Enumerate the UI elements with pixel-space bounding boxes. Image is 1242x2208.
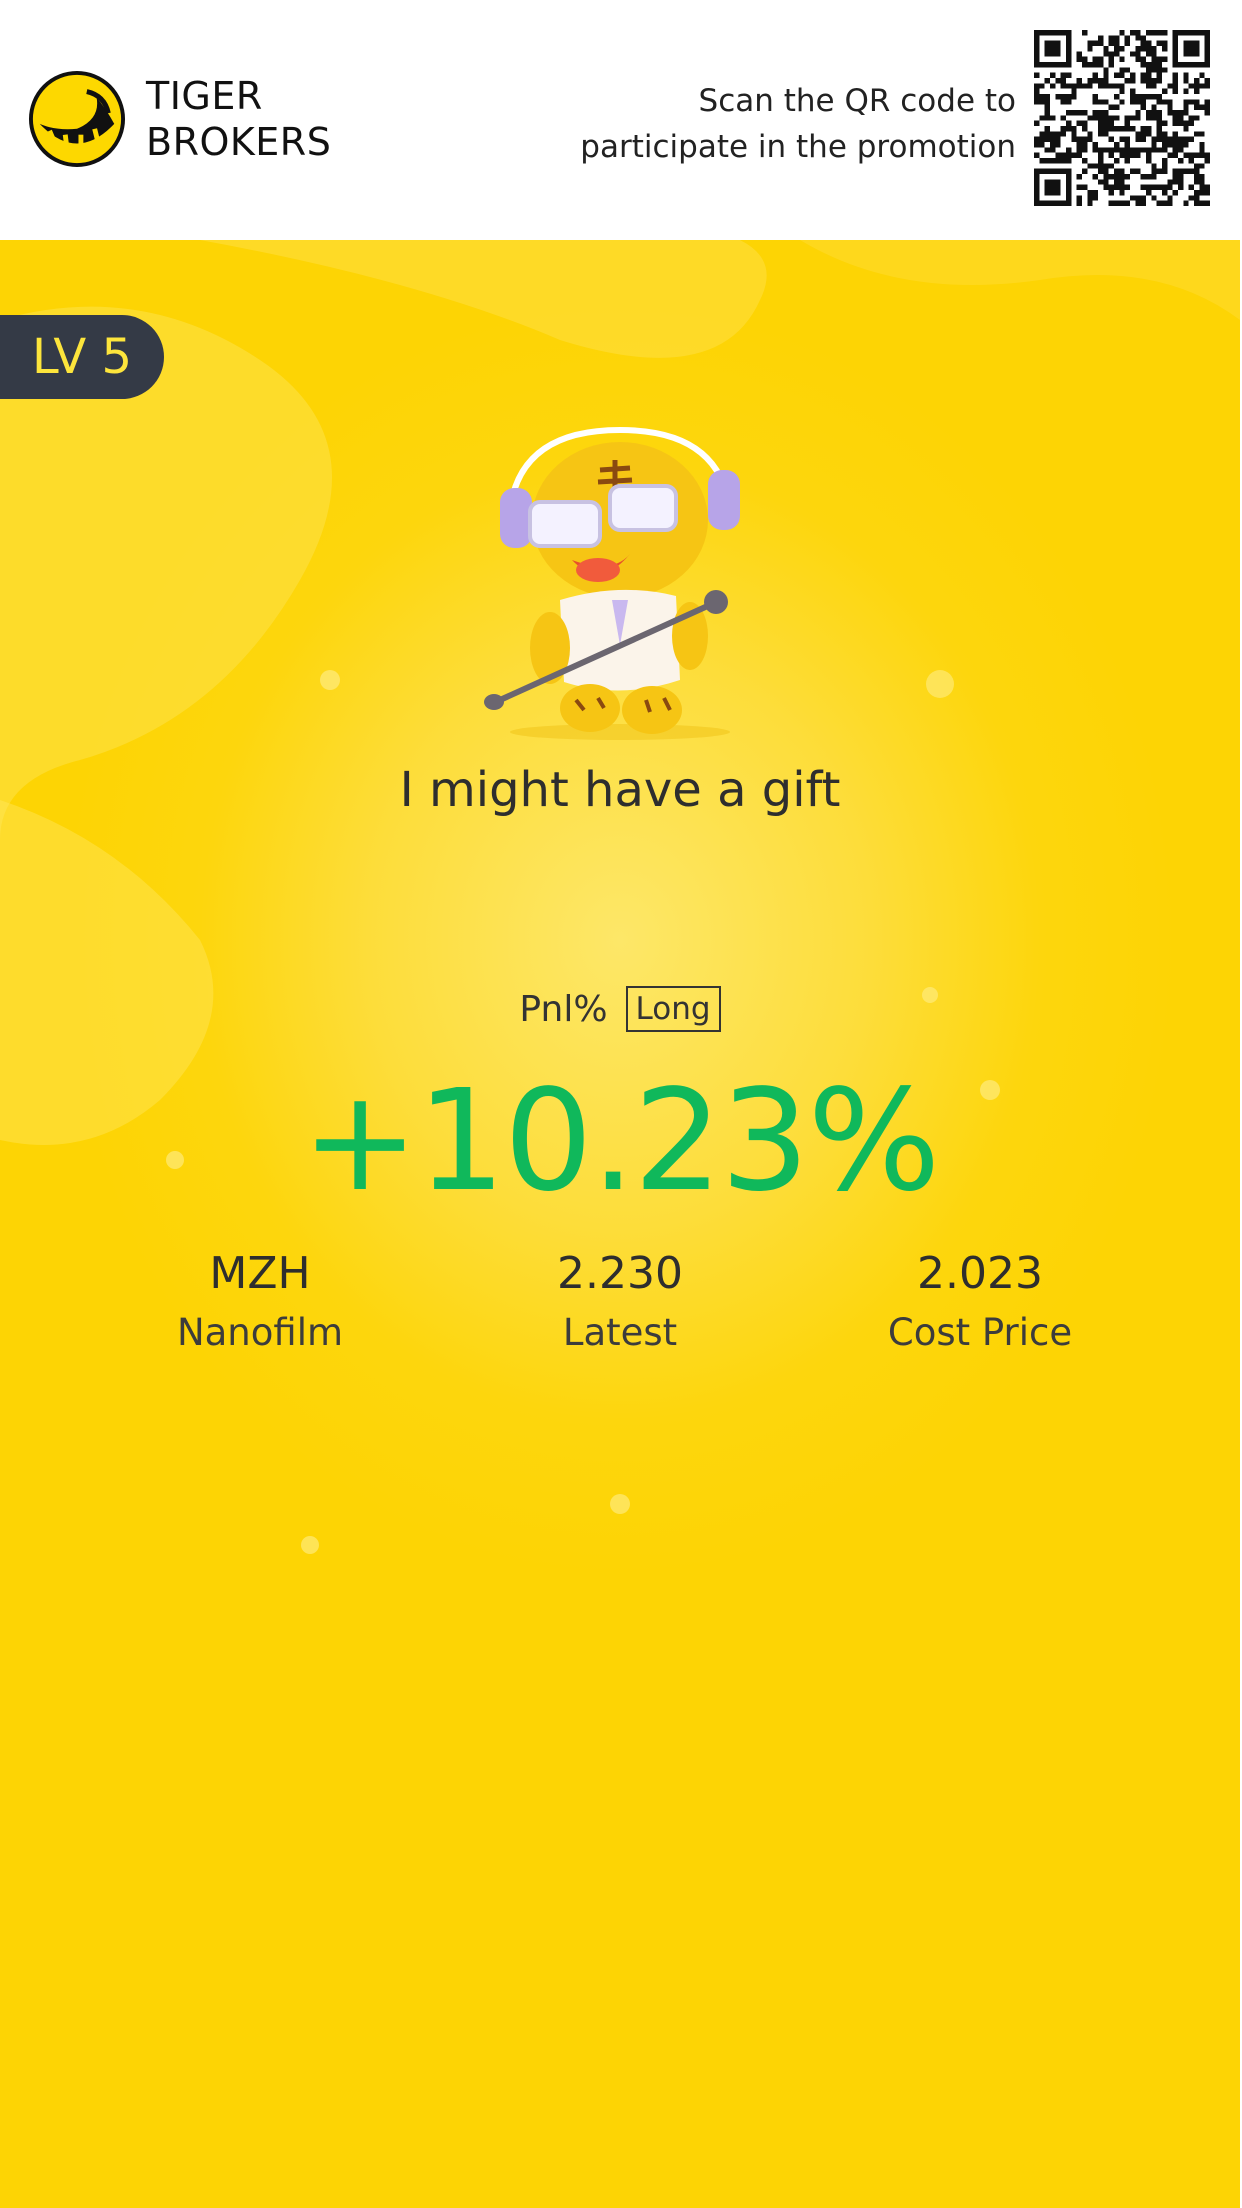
brand: TIGER BROKERS — [28, 70, 331, 168]
stat-symbol: MZH Nanofilm — [80, 1246, 440, 1364]
stat-cost-price-label: Cost Price — [887, 1311, 1073, 1354]
stat-cost-price: 2.023 Cost Price — [800, 1246, 1160, 1364]
promo-line2: participate in the promotion — [580, 129, 1016, 165]
pnl-percentage: +10.23% — [301, 1060, 940, 1223]
stat-symbol-value: MZH — [209, 1248, 311, 1299]
stat-cost-price-value: 2.023 — [917, 1248, 1043, 1299]
promo-text: Scan the QR code to participate in the p… — [580, 78, 1016, 170]
pnl-label: Pnl% — [519, 988, 608, 1030]
promo-line1: Scan the QR code to — [698, 83, 1016, 119]
stat-latest-value: 2.230 — [557, 1248, 683, 1299]
qr-code-icon[interactable] — [1034, 30, 1210, 206]
brand-name-line2: BROKERS — [146, 120, 332, 164]
pnl-card: LV 5 I might have a gift Pnl% Long +10.2… — [0, 240, 1240, 2208]
stats-row: MZH Nanofilm 2.230 Latest 2.023 Cost Pri… — [0, 1246, 1240, 1366]
position-type-badge: Long — [625, 986, 721, 1032]
stat-latest-label: Latest — [562, 1311, 678, 1354]
stat-latest: 2.230 Latest — [440, 1246, 800, 1364]
header: TIGER BROKERS Scan the QR code to partic… — [0, 0, 1242, 240]
brand-name-line1: TIGER — [146, 74, 263, 118]
pnl-header: Pnl% Long — [0, 986, 1240, 1032]
share-card-page: TIGER BROKERS Scan the QR code to partic… — [0, 0, 1242, 2208]
tiger-brokers-logo-icon — [28, 70, 126, 168]
tagline: I might have a gift — [399, 762, 841, 818]
tiger-mascot-icon — [484, 426, 740, 740]
stat-symbol-label: Nanofilm — [176, 1311, 344, 1354]
level-badge: LV 5 — [0, 315, 164, 399]
brand-name: TIGER BROKERS — [146, 73, 331, 165]
